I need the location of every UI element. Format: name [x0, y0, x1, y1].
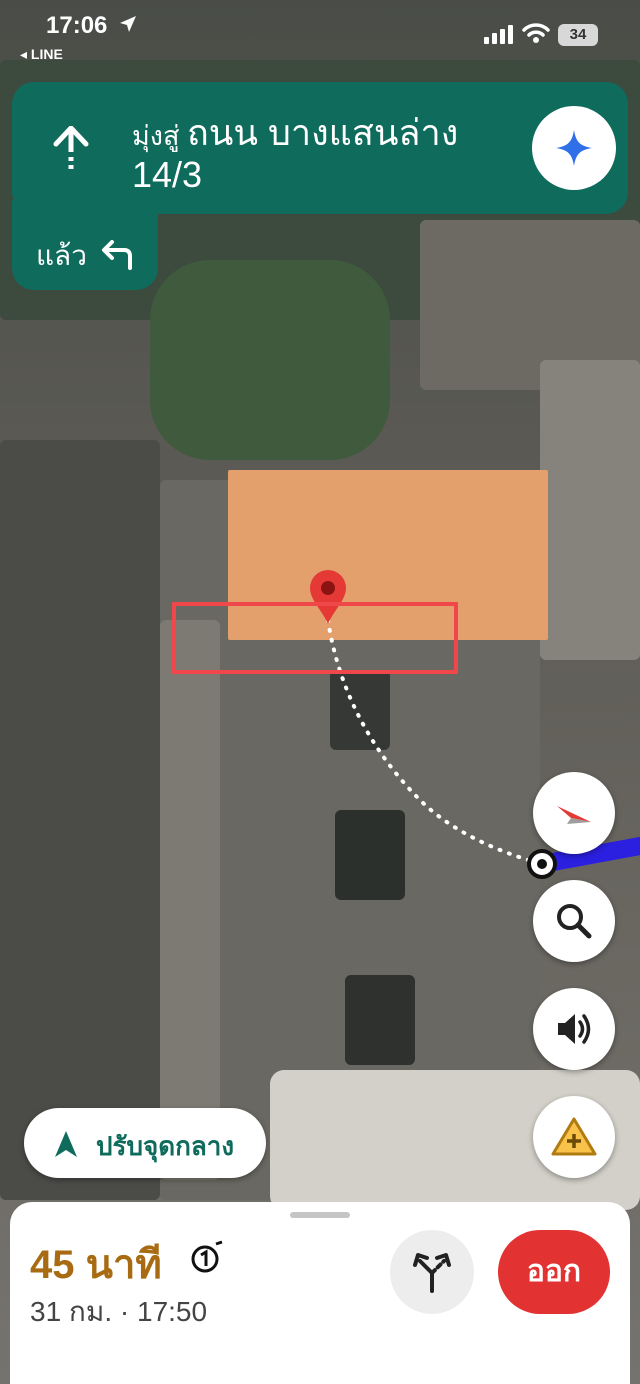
toward-prefix: มุ่งสู่: [132, 121, 180, 151]
location-arrow-icon: [120, 16, 136, 32]
alternate-routes-button[interactable]: [390, 1230, 474, 1314]
alternate-route-icon: [413, 1253, 451, 1293]
cellular-signal-icon: [484, 25, 513, 44]
street-number: 14/3: [132, 154, 203, 195]
direction-text: มุ่งสู่ ถนน บางแสนล่าง: [132, 104, 458, 161]
then-label: แล้ว: [36, 240, 87, 271]
search-icon: [557, 904, 592, 939]
compass-button[interactable]: [533, 772, 615, 854]
arrow-up-icon: [53, 126, 89, 169]
recenter-label: ปรับจุดกลาง: [96, 1131, 235, 1161]
battery-indicator: 34: [558, 24, 598, 46]
road-name: ถนน บางแสนล่าง: [186, 112, 459, 153]
arrival-info: 31 กม. · 17:50: [30, 1296, 208, 1327]
battery-level: 34: [569, 26, 587, 43]
wifi-icon: [522, 23, 550, 43]
eta-unit: นาที: [85, 1243, 162, 1287]
turn-left-icon: [102, 240, 132, 270]
search-button[interactable]: [533, 880, 615, 962]
eta-duration: 45 นาที: [30, 1232, 162, 1296]
sound-button[interactable]: [533, 988, 615, 1070]
report-incident-icon: [551, 1117, 597, 1156]
sparkle-icon: [556, 130, 592, 166]
sheet-drag-handle[interactable]: [290, 1212, 350, 1218]
recenter-button[interactable]: ปรับจุดกลาง: [24, 1108, 266, 1178]
gemini-button[interactable]: [532, 106, 616, 190]
status-bar: 17:06 ◂ LINE 34: [0, 0, 640, 70]
exit-button[interactable]: ออก: [498, 1230, 610, 1314]
clock: 17:06: [46, 12, 108, 39]
report-incident-button[interactable]: [533, 1096, 615, 1178]
back-to-app-link[interactable]: ◂ LINE: [20, 46, 63, 63]
speaker-icon: [558, 1014, 591, 1044]
navigation-arrow-icon: [55, 1131, 77, 1157]
compass-icon: [557, 806, 591, 824]
circled-one-icon[interactable]: [190, 1240, 224, 1274]
eta-value: 45: [30, 1243, 75, 1287]
highlight-box: [172, 602, 458, 674]
